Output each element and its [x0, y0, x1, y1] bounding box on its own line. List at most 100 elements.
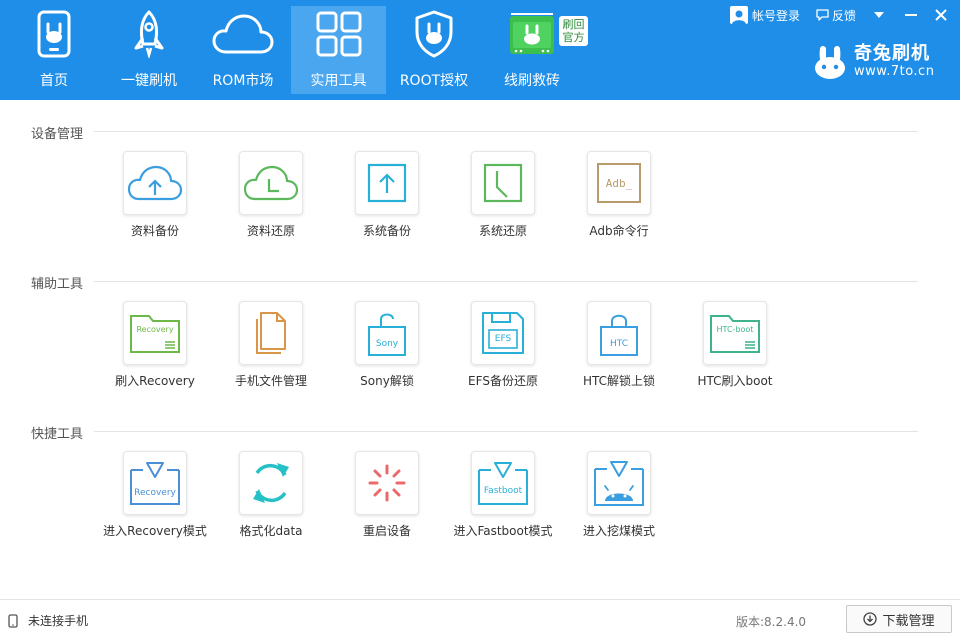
tool-label: HTC刷入boot — [697, 374, 773, 388]
nav-label: 一键刷机 — [121, 73, 177, 89]
lock-icon-text: HTC — [609, 339, 629, 349]
chevron-down-icon — [874, 12, 884, 18]
tool-reboot-device[interactable]: 重启设备 — [337, 451, 437, 543]
brand-logo: 奇兔刷机 www.7to.cn — [812, 42, 952, 82]
tool-label: 资料备份 — [130, 224, 179, 238]
lock-icon-text: Sony — [375, 339, 399, 349]
folder-icon-text: Recovery — [136, 325, 174, 334]
tool-label: Sony解锁 — [360, 374, 414, 388]
tool-label: 刷入Recovery — [115, 374, 195, 388]
download-icon — [863, 612, 878, 626]
tool-adb-command[interactable]: Adb_ Adb命令行 — [569, 151, 669, 243]
tool-label: 进入Fastboot模式 — [453, 524, 553, 538]
tool-htc-flash-boot[interactable]: HTC-boot HTC刷入boot — [685, 301, 785, 393]
close-icon — [935, 9, 947, 21]
badge-line: 刷回 — [562, 18, 585, 31]
box-upload-icon — [367, 163, 407, 203]
login-button[interactable]: 帐号登录 — [730, 4, 800, 26]
download-manager-button[interactable]: 下载管理 — [846, 605, 952, 633]
tool-enter-download-mode[interactable]: 进入挖煤模式 — [569, 451, 669, 543]
fastboot-icon-text: Fastboot — [483, 486, 523, 496]
section-title-device-management: 设备管理 — [31, 127, 84, 142]
brand-url: www.7to.cn — [854, 64, 935, 79]
nav-label: ROOT授权 — [399, 73, 469, 89]
tool-label: 进入Recovery模式 — [103, 524, 207, 538]
enter-fastboot-icon: Fastboot — [477, 460, 529, 506]
tool-sony-unlock[interactable]: Sony Sony解锁 — [337, 301, 437, 393]
phone-rabbit-icon — [36, 6, 72, 62]
tool-label: 资料还原 — [246, 224, 295, 238]
nav-item-home[interactable]: 首页 — [18, 6, 90, 94]
spinner-icon — [368, 464, 406, 502]
floppy-efs-icon: EFS — [480, 310, 526, 356]
nav-label: 线刷救砖 — [504, 73, 560, 89]
cloud-icon — [212, 6, 274, 62]
tool-phone-file-manager[interactable]: 手机文件管理 — [221, 301, 321, 393]
refresh-icon — [253, 463, 289, 503]
adb-icon-text: Adb_ — [605, 176, 633, 190]
shield-rabbit-icon — [414, 6, 454, 62]
tool-label: 格式化data — [239, 524, 303, 538]
minimize-icon — [905, 14, 917, 16]
enter-recovery-icon: Recovery — [129, 460, 181, 506]
android-download-icon — [594, 461, 644, 506]
phone-icon — [8, 613, 18, 628]
board-rabbit-icon — [507, 6, 557, 62]
connection-status-text: 未连接手机 — [28, 614, 89, 628]
minimize-button[interactable] — [898, 4, 924, 26]
recovery-icon-text: Recovery — [134, 488, 176, 498]
adb-terminal-icon: Adb_ — [597, 163, 641, 203]
tool-label: 进入挖煤模式 — [582, 524, 655, 538]
tool-label: EFS备份还原 — [468, 374, 538, 388]
tool-data-restore[interactable]: 资料还原 — [221, 151, 321, 243]
tool-enter-fastboot-mode[interactable]: Fastboot 进入Fastboot模式 — [453, 451, 553, 543]
tool-format-data[interactable]: 格式化data — [221, 451, 321, 543]
document-icon — [256, 312, 286, 354]
floppy-icon-text: EFS — [494, 334, 512, 344]
menu-dropdown-button[interactable] — [866, 4, 892, 26]
tool-data-backup[interactable]: 资料备份 — [105, 151, 205, 243]
cloud-upload-icon — [127, 165, 183, 201]
login-label: 帐号登录 — [752, 8, 801, 23]
status-bar: 未连接手机 版本:8.2.4.0 下载管理 — [0, 599, 960, 640]
tool-system-restore[interactable]: 系统还原 — [453, 151, 553, 243]
lock-sony-icon: Sony — [365, 309, 409, 357]
badge-line: 官方 — [562, 31, 585, 44]
box-clock-icon — [483, 163, 523, 203]
download-manager-label: 下载管理 — [882, 613, 935, 629]
rocket-icon — [131, 6, 167, 62]
tool-htc-lock-unlock[interactable]: HTC HTC解锁上锁 — [569, 301, 669, 393]
cloud-clock-icon — [243, 165, 299, 201]
official-flash-badge[interactable]: 刷回 官方 — [559, 16, 588, 46]
folder-recovery-icon: Recovery — [129, 312, 181, 354]
feedback-label: 反馈 — [832, 8, 857, 23]
nav-item-utility-tools[interactable]: 实用工具 — [291, 6, 386, 94]
tool-label: 系统还原 — [478, 224, 527, 238]
tool-flash-recovery[interactable]: Recovery 刷入Recovery — [105, 301, 205, 393]
top-navigation-bar: 首页 一键刷机 ROM市场 实用工具 ROOT授权 线刷救砖 刷回 官方 帐号登… — [0, 0, 960, 100]
close-button[interactable] — [928, 4, 954, 26]
nav-item-root-auth[interactable]: ROOT授权 — [396, 6, 472, 94]
tool-label: 系统备份 — [362, 224, 411, 238]
tool-label: 重启设备 — [362, 524, 411, 538]
tool-enter-recovery-mode[interactable]: Recovery 进入Recovery模式 — [103, 451, 207, 543]
feedback-button[interactable]: 反馈 — [816, 4, 856, 26]
tool-efs-backup-restore[interactable]: EFS EFS备份还原 — [453, 301, 553, 393]
tool-label: HTC解锁上锁 — [582, 374, 656, 388]
section-divider — [94, 431, 918, 432]
user-icon — [730, 6, 748, 24]
feedback-icon — [816, 9, 829, 21]
nav-label: ROM市场 — [212, 73, 274, 89]
nav-item-rom-market[interactable]: ROM市场 — [206, 6, 280, 94]
tool-system-backup[interactable]: 系统备份 — [337, 151, 437, 243]
folder-icon-text: HTC-boot — [716, 325, 754, 334]
section-title-auxiliary-tools: 辅助工具 — [31, 277, 84, 292]
section-title-quick-tools: 快捷工具 — [31, 427, 84, 442]
connection-status: 未连接手机 — [8, 612, 88, 629]
tool-label: 手机文件管理 — [234, 374, 307, 388]
nav-label: 实用工具 — [310, 73, 367, 89]
version-text: 版本:8.2.4.0 — [736, 615, 807, 629]
section-divider — [94, 131, 918, 132]
nav-item-one-click-flash[interactable]: 一键刷机 — [112, 6, 186, 94]
rabbit-logo-icon — [815, 46, 845, 79]
